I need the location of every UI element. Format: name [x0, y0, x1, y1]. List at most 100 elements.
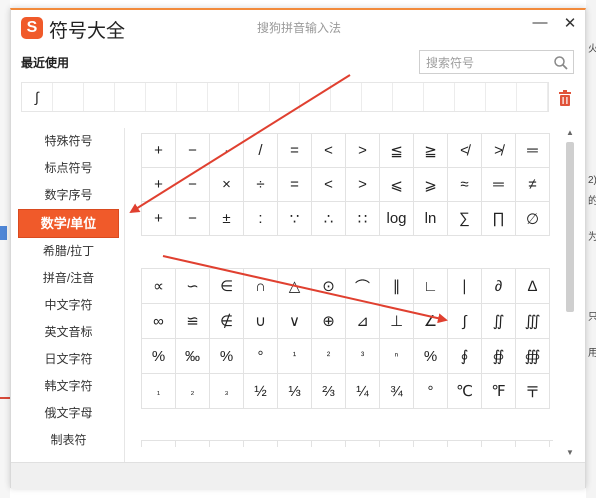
symbol-cell[interactable]: ³ — [345, 338, 380, 374]
symbol-cell[interactable]: · — [209, 133, 244, 168]
symbol-cell[interactable]: ⁿ — [379, 338, 414, 374]
recent-symbol-cell[interactable] — [270, 83, 301, 111]
symbol-cell[interactable]: ≌ — [175, 303, 210, 339]
symbol-cell[interactable]: ‰ — [175, 338, 210, 374]
symbol-cell[interactable]: ₃ — [209, 373, 244, 409]
sidebar-category-item[interactable]: 日文字符 — [11, 346, 126, 373]
symbol-cell[interactable]: ∩ — [243, 268, 278, 304]
symbol-cell[interactable]: < — [311, 167, 346, 202]
symbol-cell[interactable]: ∆ — [515, 268, 550, 304]
symbol-cell[interactable]: ₁ — [141, 373, 176, 409]
symbol-cell[interactable]: ⊿ — [345, 303, 380, 339]
search-box[interactable] — [419, 50, 574, 75]
symbol-cell[interactable]: = — [277, 133, 312, 168]
sidebar-category-item[interactable]: 制表符 — [11, 427, 126, 454]
recent-symbol-cell[interactable] — [331, 83, 363, 111]
symbol-cell[interactable]: ∑ — [447, 201, 482, 236]
scroll-down-arrow-icon[interactable]: ▼ — [564, 448, 576, 458]
symbol-cell[interactable]: ∪ — [243, 303, 278, 339]
symbol-cell[interactable]: : — [243, 201, 278, 236]
symbol-cell[interactable]: ∥ — [379, 268, 414, 304]
scroll-thumb[interactable] — [566, 142, 574, 312]
symbol-cell[interactable]: ¾ — [379, 373, 414, 409]
symbol-cell[interactable]: ≠ — [515, 167, 550, 202]
recent-symbol-cell[interactable] — [424, 83, 456, 111]
symbol-cell[interactable]: ¹ — [277, 338, 312, 374]
symbol-cell[interactable]: 〒 — [515, 373, 550, 409]
symbol-cell[interactable]: ∝ — [141, 268, 176, 304]
symbol-cell[interactable]: log — [379, 201, 414, 236]
symbol-cell[interactable]: ≧ — [413, 133, 448, 168]
recent-symbol-cell[interactable]: ∫ — [22, 83, 53, 111]
search-input[interactable] — [420, 51, 556, 75]
symbol-cell[interactable]: − — [175, 133, 210, 168]
symbol-cell[interactable]: ∮ — [447, 338, 482, 374]
symbol-cell[interactable]: ∈ — [209, 268, 244, 304]
symbol-cell[interactable]: ± — [209, 201, 244, 236]
symbol-cell[interactable]: − — [175, 167, 210, 202]
symbol-cell[interactable]: < — [311, 133, 346, 168]
symbol-cell[interactable]: ∅ — [515, 201, 550, 236]
symbol-cell[interactable]: ∂ — [481, 268, 516, 304]
sidebar-category-item[interactable]: 英文音标 — [11, 319, 126, 346]
recent-symbol-cell[interactable] — [362, 83, 394, 111]
minimize-button[interactable]: — — [531, 14, 549, 31]
symbol-cell[interactable]: ∟ — [413, 268, 448, 304]
symbol-cell[interactable]: ═ — [515, 133, 550, 168]
scroll-up-arrow-icon[interactable]: ▲ — [564, 128, 576, 138]
symbol-cell[interactable]: ∷ — [345, 201, 380, 236]
symbol-cell[interactable]: ∞ — [141, 303, 176, 339]
symbol-cell[interactable]: ∏ — [481, 201, 516, 236]
symbol-cell[interactable]: ⊥ — [379, 303, 414, 339]
sidebar-category-item[interactable]: 数字序号 — [11, 182, 126, 209]
recent-symbol-cell[interactable] — [300, 83, 332, 111]
symbol-cell[interactable]: ∵ — [277, 201, 312, 236]
sidebar-category-item[interactable]: 标点符号 — [11, 155, 126, 182]
symbol-cell[interactable]: > — [345, 167, 380, 202]
sidebar-category-item[interactable]: 数学/单位 — [18, 209, 119, 238]
symbol-cell[interactable]: ° — [243, 338, 278, 374]
symbol-cell[interactable]: ═ — [481, 167, 516, 202]
symbol-cell[interactable]: ∬ — [481, 303, 516, 339]
symbol-cell[interactable]: ∨ — [277, 303, 312, 339]
recent-symbol-cell[interactable] — [115, 83, 146, 111]
symbol-cell[interactable]: × — [209, 167, 244, 202]
symbol-cell[interactable]: % — [413, 338, 448, 374]
symbol-cell[interactable]: / — [243, 133, 278, 168]
recent-symbol-cell[interactable] — [239, 83, 270, 111]
symbol-cell[interactable]: ⊕ — [311, 303, 346, 339]
symbol-cell[interactable]: % — [141, 338, 176, 374]
symbol-cell[interactable]: > — [345, 133, 380, 168]
symbol-cell[interactable]: ¼ — [345, 373, 380, 409]
symbol-cell[interactable]: ∠ — [413, 303, 448, 339]
symbol-cell[interactable]: ∯ — [481, 338, 516, 374]
symbol-cell[interactable]: ≦ — [379, 133, 414, 168]
symbol-cell[interactable]: + — [141, 167, 176, 202]
sidebar-category-item[interactable]: 特殊符号 — [11, 128, 126, 155]
sidebar-category-item[interactable]: 拼音/注音 — [11, 265, 126, 292]
symbol-cell[interactable]: ÷ — [243, 167, 278, 202]
symbol-cell[interactable]: ln — [413, 201, 448, 236]
recent-symbol-cell[interactable] — [84, 83, 115, 111]
recent-symbol-cell[interactable] — [517, 83, 548, 111]
symbol-cell[interactable]: ⩽ — [379, 167, 414, 202]
recent-symbol-cell[interactable] — [146, 83, 177, 111]
symbol-cell[interactable]: % — [209, 338, 244, 374]
symbol-cell[interactable]: ≮ — [447, 133, 482, 168]
symbol-cell[interactable]: ⊙ — [311, 268, 346, 304]
sidebar-category-item[interactable]: 俄文字母 — [11, 400, 126, 427]
symbol-cell[interactable]: ∉ — [209, 303, 244, 339]
recent-symbol-cell[interactable] — [208, 83, 239, 111]
symbol-cell[interactable]: ≈ — [447, 167, 482, 202]
symbol-cell[interactable]: − — [175, 201, 210, 236]
symbol-cell[interactable]: ° — [413, 373, 448, 409]
symbol-cell[interactable]: ∰ — [515, 338, 550, 374]
sidebar-category-item[interactable]: 希腊/拉丁 — [11, 238, 126, 265]
symbol-scrollbar[interactable]: ▲ ▼ — [564, 128, 576, 458]
recent-symbol-cell[interactable] — [393, 83, 425, 111]
sidebar-category-item[interactable]: 韩文字符 — [11, 373, 126, 400]
symbol-cell[interactable]: ℉ — [481, 373, 516, 409]
symbol-cell[interactable]: ½ — [243, 373, 278, 409]
recent-symbol-cell[interactable] — [455, 83, 487, 111]
symbol-cell[interactable]: ∴ — [311, 201, 346, 236]
